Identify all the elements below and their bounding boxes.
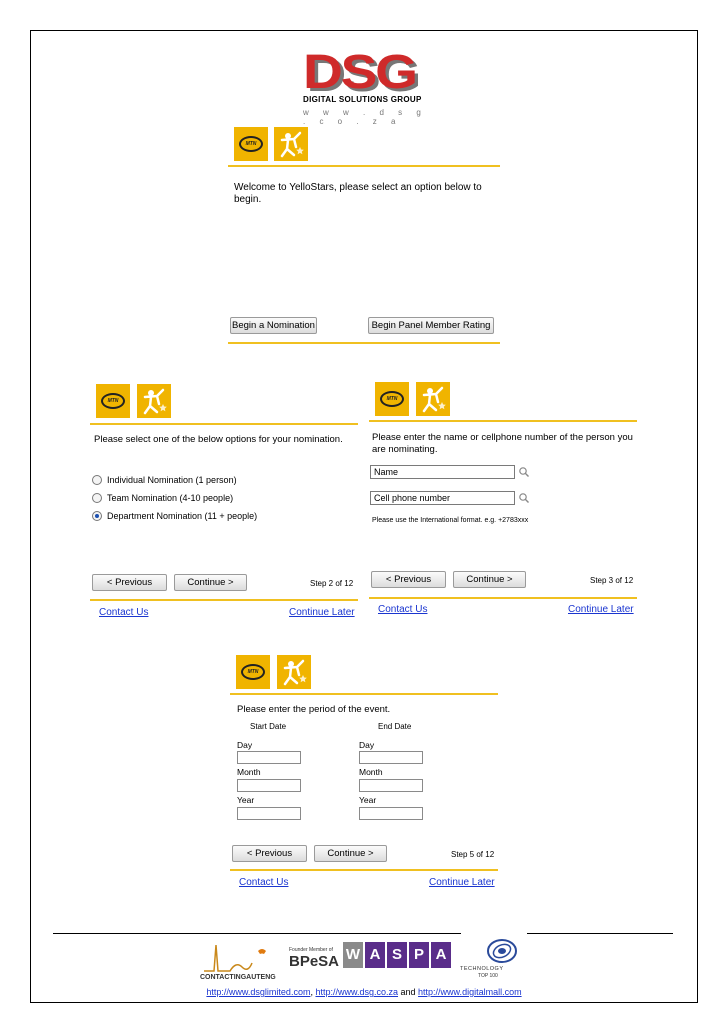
period-prompt: Please enter the period of the event. [237,704,391,715]
divider [228,165,500,167]
start-date-label: Start Date [250,722,287,731]
end-day-label: Day [359,740,375,750]
contact-in-gauteng-logo: CONTACTINGAUTENG [200,937,280,985]
begin-panel-rating-button[interactable]: Begin Panel Member Rating [368,317,494,334]
continue-later-link[interactable]: Continue Later [429,877,495,888]
mtn-logo: MTN [234,127,268,161]
technology-text: TECHNOLOGY [460,966,504,972]
previous-button[interactable]: < Previous [371,571,446,588]
top100-text: TOP 100 [478,973,498,979]
nomination-prompt: Please select one of the below options f… [94,434,343,445]
dsg-logo-letters: DSG [303,46,418,99]
yellostars-icon [416,382,450,416]
start-month-label: Month [237,767,261,777]
start-day-label: Day [237,740,253,750]
yellostars-icon [277,655,311,689]
end-day-input[interactable] [359,751,423,764]
format-hint: Please use the International format. e.g… [372,517,529,524]
mtn-logo: MTN [96,384,130,418]
waspa-letter: W [343,942,363,968]
end-year-label: Year [359,795,377,805]
mtn-logo: MTN [375,382,409,416]
continue-button[interactable]: Continue > [453,571,526,588]
end-year-input[interactable] [359,807,423,820]
start-year-input[interactable] [237,807,301,820]
begin-nomination-button[interactable]: Begin a Nomination [230,317,317,334]
contact-us-link[interactable]: Contact Us [239,877,288,888]
bpesa-text: BPeSA [289,953,340,970]
end-month-label: Month [359,767,383,777]
step-indicator: Step 5 of 12 [451,850,495,859]
globe-icon [487,939,517,963]
waspa-letter: P [409,942,429,968]
radio-department[interactable] [92,511,102,521]
footer-separator: and [398,987,419,997]
yellostars-icon [274,127,308,161]
start-year-label: Year [237,795,255,805]
continue-button[interactable]: Continue > [314,845,387,862]
end-month-input[interactable] [359,779,423,792]
technology-top100-logo: TECHNOLOGY TOP 100 [460,936,530,982]
previous-button[interactable]: < Previous [92,574,167,591]
dsg-link[interactable]: http://www.dsg.co.za [315,987,398,997]
divider [90,423,358,425]
divider [230,693,498,695]
radio-team-label: Team Nomination (4-10 people) [107,493,234,503]
name-input[interactable]: Name [370,465,515,479]
cellphone-input[interactable]: Cell phone number [370,491,515,505]
mtn-logo-text: MTN [241,664,265,680]
footer-divider [527,933,673,934]
radio-individual-label: Individual Nomination (1 person) [107,475,237,485]
mtn-logo-text: MTN [239,136,263,152]
start-day-input[interactable] [237,751,301,764]
waspa-logo: W A S P A [343,942,451,972]
footer-links: http://www.dsglimited.com, http://www.ds… [0,987,728,997]
welcome-text: Welcome to YelloStars, please select an … [234,182,482,205]
nominee-prompt: Please enter the name or cellphone numbe… [372,432,633,455]
end-date-label: End Date [378,722,412,731]
radio-individual[interactable] [92,475,102,485]
divider [369,420,637,422]
divider [230,869,498,871]
dsg-logo-url: w w w . d s g . c o . z a [303,108,427,126]
mtn-logo: MTN [236,655,270,689]
contact-in-gauteng-text: CONTACTINGAUTENG [200,974,276,981]
waspa-letter: A [431,942,451,968]
waspa-letter: A [365,942,385,968]
divider [228,342,500,344]
continue-later-link[interactable]: Continue Later [568,604,634,615]
bpesa-logo: Founder Member of BPeSA [289,947,340,981]
dsg-logo-subtitle: DIGITAL SOLUTIONS GROUP [303,95,422,104]
search-icon[interactable] [518,466,530,478]
dsglimited-link[interactable]: http://www.dsglimited.com [206,987,310,997]
waspa-letter: S [387,942,407,968]
search-icon[interactable] [518,492,530,504]
yellostars-icon [137,384,171,418]
divider [90,599,358,601]
footer-divider [53,933,461,934]
step-indicator: Step 3 of 12 [590,576,634,585]
mtn-logo-text: MTN [380,391,404,407]
contact-us-link[interactable]: Contact Us [378,604,427,615]
start-month-input[interactable] [237,779,301,792]
continue-later-link[interactable]: Continue Later [289,607,355,618]
radio-team[interactable] [92,493,102,503]
digitalmall-link[interactable]: http://www.digitalmall.com [418,987,522,997]
contact-us-link[interactable]: Contact Us [99,607,148,618]
continue-button[interactable]: Continue > [174,574,247,591]
dsg-logo: DSG DIGITAL SOLUTIONS GROUP w w w . d s … [303,46,433,130]
mtn-logo-text: MTN [101,393,125,409]
divider [369,597,637,599]
previous-button[interactable]: < Previous [232,845,307,862]
step-indicator: Step 2 of 12 [310,579,354,588]
radio-department-label: Department Nomination (11 + people) [107,511,258,521]
